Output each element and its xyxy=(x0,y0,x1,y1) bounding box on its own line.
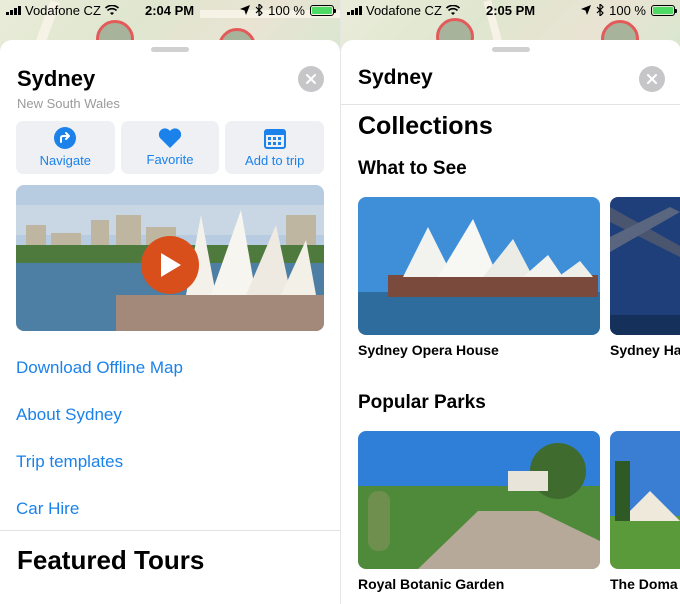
left-screen: Vodafone CZ 2:04 PM 100 % Sydney New Sou… xyxy=(0,0,340,604)
bluetooth-icon xyxy=(596,4,604,16)
play-button[interactable] xyxy=(141,236,199,294)
carrier-label: Vodafone CZ xyxy=(366,2,442,18)
domain-photo xyxy=(610,431,680,569)
place-subtitle: New South Wales xyxy=(17,96,120,111)
section-heading-what-to-see: What to See xyxy=(358,158,467,179)
divider xyxy=(0,530,340,531)
close-icon xyxy=(647,74,657,84)
close-button[interactable] xyxy=(639,66,665,92)
battery-percent: 100 % xyxy=(268,2,305,18)
signal-icon xyxy=(347,5,362,15)
featured-tours-heading: Featured Tours xyxy=(17,545,205,575)
collections-sheet: Sydney Collections What to See Sydney Op… xyxy=(341,40,680,604)
favorite-label: Favorite xyxy=(146,152,194,167)
bluetooth-icon xyxy=(255,4,263,16)
collection-card-sydney-opera-house[interactable] xyxy=(358,197,600,335)
car-hire-link[interactable]: Car Hire xyxy=(16,499,79,519)
section-heading-popular-parks: Popular Parks xyxy=(358,392,486,413)
close-button[interactable] xyxy=(298,66,324,92)
divider xyxy=(341,104,680,105)
harbour-bridge-photo xyxy=(610,197,680,335)
clock: 2:05 PM xyxy=(486,2,536,18)
play-icon xyxy=(161,253,181,277)
collection-card-royal-botanic-garden[interactable] xyxy=(358,431,600,569)
calendar-icon xyxy=(263,129,286,149)
place-title: Sydney xyxy=(358,66,433,89)
card-label-royal-botanic-garden: Royal Botanic Garden xyxy=(358,576,505,592)
battery-percent: 100 % xyxy=(609,2,646,18)
place-sheet: Sydney New South Wales Navigate Favorite… xyxy=(0,40,340,604)
navigate-label: Navigate xyxy=(39,153,91,168)
battery-icon xyxy=(651,4,677,16)
right-screen: Vodafone CZ 2:05 PM 100 % Sydney Collect… xyxy=(340,0,680,604)
hero-video-thumbnail[interactable] xyxy=(16,185,324,331)
close-icon xyxy=(306,74,316,84)
card-label-sydney-harbour: Sydney Ha xyxy=(610,342,680,358)
add-to-trip-button[interactable]: Add to trip xyxy=(225,121,325,174)
opera-house-photo xyxy=(358,197,600,335)
location-arrow-icon xyxy=(240,5,251,15)
clock: 2:04 PM xyxy=(145,2,195,18)
place-title: Sydney xyxy=(17,66,96,91)
sheet-grabber[interactable] xyxy=(151,47,189,52)
action-buttons: Navigate Favorite Add to trip xyxy=(16,121,325,174)
trip-templates-link[interactable]: Trip templates xyxy=(16,452,123,472)
collection-card-the-domain[interactable] xyxy=(610,431,680,569)
status-bar: Vodafone CZ 2:04 PM 100 % xyxy=(0,0,340,20)
add-to-trip-label: Add to trip xyxy=(245,153,305,168)
card-label-sydney-opera-house: Sydney Opera House xyxy=(358,342,499,358)
heart-icon xyxy=(158,128,182,148)
navigate-arrow-icon xyxy=(54,127,77,149)
signal-icon xyxy=(6,5,21,15)
collection-card-sydney-harbour[interactable] xyxy=(610,197,680,335)
wifi-icon xyxy=(445,4,460,15)
download-offline-map-link[interactable]: Download Offline Map xyxy=(16,358,183,378)
card-label-the-domain: The Doma xyxy=(610,576,678,592)
status-bar: Vodafone CZ 2:05 PM 100 % xyxy=(341,0,680,20)
sheet-grabber[interactable] xyxy=(492,47,530,52)
about-link[interactable]: About Sydney xyxy=(16,405,122,425)
carrier-label: Vodafone CZ xyxy=(25,2,101,18)
location-arrow-icon xyxy=(581,5,592,15)
favorite-button[interactable]: Favorite xyxy=(120,121,220,174)
collections-heading: Collections xyxy=(358,112,493,140)
navigate-button[interactable]: Navigate xyxy=(16,121,115,174)
botanic-garden-photo xyxy=(358,431,600,569)
wifi-icon xyxy=(104,4,119,15)
battery-icon xyxy=(310,4,336,16)
